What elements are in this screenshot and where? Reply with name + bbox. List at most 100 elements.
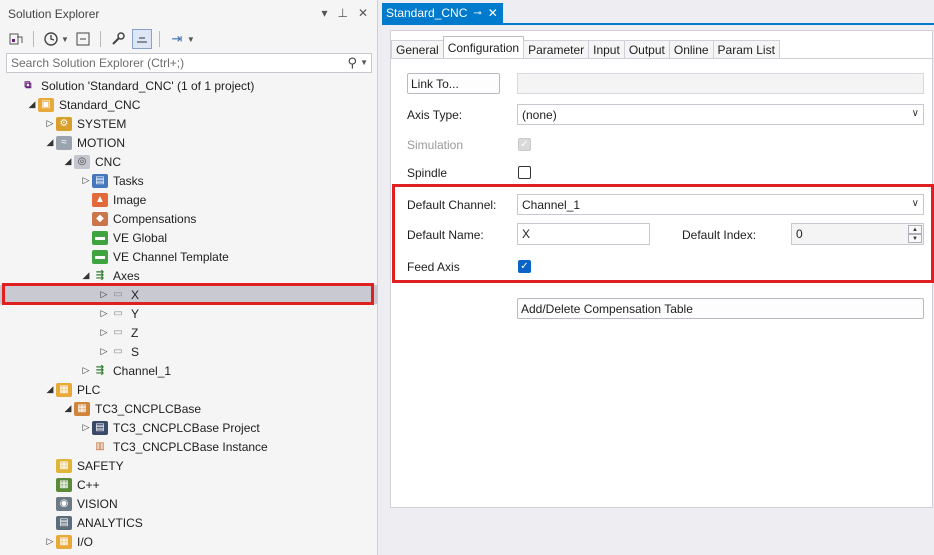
tree-item-vision[interactable]: ◉ VISION (0, 494, 378, 513)
default-name-input[interactable]: X (517, 223, 650, 245)
axis-icon: ▭ (113, 327, 123, 338)
default-channel-value: Channel_1 (522, 197, 581, 212)
tree-item-image[interactable]: ▲ Image (0, 190, 378, 209)
tree-item-axis-y[interactable]: ▷ ▭ Y (0, 304, 378, 323)
collapse-arrow-icon[interactable]: ◢ (80, 270, 92, 281)
property-tabs: General Configuration Parameter Input Output… (391, 36, 780, 59)
collapse-arrow-icon[interactable]: ◢ (44, 384, 56, 395)
chevron-down-icon: ∨ (911, 198, 919, 209)
chevron-down-icon[interactable]: ▼ (61, 35, 69, 44)
expand-arrow-icon[interactable]: ▷ (98, 289, 110, 300)
plc-source-icon: ▤ (92, 420, 108, 435)
sync-with-active-document-icon[interactable]: ⇥ (167, 29, 187, 49)
collapse-arrow-icon[interactable]: ◢ (26, 99, 38, 110)
tree-item-label: Image (113, 192, 147, 207)
collapse-all-icon[interactable] (73, 29, 93, 49)
link-to-button[interactable]: Link To... (407, 73, 500, 94)
plc-project-icon: ▦ (74, 401, 90, 416)
close-icon[interactable]: ✕ (488, 6, 498, 20)
tab-param-list[interactable]: Param List (712, 40, 780, 59)
expand-arrow-icon[interactable]: ▷ (44, 118, 56, 129)
chevron-down-icon[interactable]: ▼ (360, 58, 368, 67)
tree-item-label: S (131, 344, 140, 359)
toolbar-separator (158, 31, 160, 47)
expand-arrow-icon[interactable]: ▷ (80, 175, 92, 186)
add-delete-compensation-table-button[interactable]: Add/Delete Compensation Table (517, 298, 924, 319)
tree-item-analytics[interactable]: ▤ ANALYTICS (0, 513, 378, 532)
tab-output[interactable]: Output (623, 40, 670, 59)
tab-configuration[interactable]: Configuration (442, 36, 525, 59)
tab-general[interactable]: General (391, 40, 444, 59)
tree-item-cpp[interactable]: ▦ C++ (0, 475, 378, 494)
tree-item-tc3-cncplcbase[interactable]: ◢ ▦ TC3_CNCPLCBase (0, 399, 378, 418)
tree-item-motion[interactable]: ◢ ≈ MOTION (0, 133, 378, 152)
tree-item-label: I/O (77, 534, 94, 549)
tree-item-axis-z[interactable]: ▷ ▭ Z (0, 323, 378, 342)
tree-item-channel-1[interactable]: ▷ ⇶ Channel_1 (0, 361, 378, 380)
tree-item-safety[interactable]: ▦ SAFETY (0, 456, 378, 475)
collapse-arrow-icon[interactable]: ◢ (62, 156, 74, 167)
tree-item-plc[interactable]: ◢ ▦ PLC (0, 380, 378, 399)
collapse-arrow-icon[interactable]: ◢ (62, 403, 74, 414)
search-icon[interactable]: ⚲ (347, 55, 357, 71)
window-position-dropdown-icon[interactable]: ▾ (321, 6, 327, 20)
axis-icon: ▭ (113, 346, 123, 357)
expand-arrow-icon[interactable]: ▷ (44, 536, 56, 547)
plc-icon: ▦ (56, 382, 72, 397)
tree-item-axis-s[interactable]: ▷ ▭ S (0, 342, 378, 361)
solution-explorer-search[interactable]: ⚲ ▼ (6, 53, 372, 73)
search-input[interactable] (7, 54, 327, 72)
spindle-checkbox[interactable] (518, 166, 531, 179)
history-icon[interactable] (41, 29, 61, 49)
document-area: Standard_CNC ⊸ ✕ General Configuration Par… (382, 0, 934, 555)
tree-item-label: VE Global (113, 230, 168, 245)
tree-item-axis-x[interactable]: ▷ ▭ X (0, 285, 378, 304)
default-channel-select[interactable]: Channel_1 ∨ (517, 194, 924, 215)
default-index-label: Default Index: (682, 228, 757, 242)
solution-explorer-toolbar: ▼ ⇥ ▼ (6, 28, 195, 50)
collapse-arrow-icon[interactable]: ◢ (44, 137, 56, 148)
tree-item-io[interactable]: ▷ ▦ I/O (0, 532, 378, 551)
axis-type-select[interactable]: (none) ∨ (517, 104, 924, 125)
feed-axis-checkbox[interactable]: ✓ (518, 260, 531, 273)
switch-views-icon[interactable] (6, 29, 26, 49)
pin-tab-icon[interactable]: ⊸ (473, 8, 481, 19)
tab-input[interactable]: Input (588, 40, 625, 59)
properties-wrench-icon[interactable] (108, 29, 128, 49)
tree-item-solution[interactable]: ⧉ Solution 'Standard_CNC' (1 of 1 project… (0, 76, 378, 95)
tab-online[interactable]: Online (668, 40, 714, 59)
tree-item-tc3-cncplcbase-project[interactable]: ▷ ▤ TC3_CNCPLCBase Project (0, 418, 378, 437)
compensations-icon: ◆ (92, 211, 108, 226)
tree-item-compensations[interactable]: ◆ Compensations (0, 209, 378, 228)
tab-parameter[interactable]: Parameter (523, 40, 590, 59)
pin-icon[interactable]: ⊥ (337, 6, 347, 20)
default-index-stepper[interactable]: 0 ▲ ▼ (791, 223, 924, 245)
tree-item-label: VISION (77, 496, 118, 511)
tree-item-ve-channel-template[interactable]: ▬ VE Channel Template (0, 247, 378, 266)
document-tab-standard-cnc[interactable]: Standard_CNC ⊸ ✕ (382, 3, 503, 23)
chevron-down-icon[interactable]: ▼ (187, 35, 195, 44)
close-icon[interactable]: ✕ (358, 6, 368, 20)
tree-item-standard-cnc[interactable]: ◢ ▣ Standard_CNC (0, 95, 378, 114)
ve-global-icon: ▬ (92, 230, 108, 245)
tree-item-label: SYSTEM (77, 116, 127, 131)
tree-item-tasks[interactable]: ▷ ▤ Tasks (0, 171, 378, 190)
expand-arrow-icon[interactable]: ▷ (98, 308, 110, 319)
tree-item-cnc[interactable]: ◢ ◎ CNC (0, 152, 378, 171)
stepper-down-icon[interactable]: ▼ (908, 234, 922, 243)
default-name-label: Default Name: (407, 228, 484, 242)
preview-selected-icon[interactable] (131, 29, 152, 49)
expand-arrow-icon[interactable]: ▷ (98, 346, 110, 357)
stepper-up-icon[interactable]: ▲ (908, 225, 922, 234)
expand-arrow-icon[interactable]: ▷ (98, 327, 110, 338)
tree-item-axes[interactable]: ◢ ⇶ Axes (0, 266, 378, 285)
tree-item-tc3-cncplcbase-instance[interactable]: ▥ TC3_CNCPLCBase Instance (0, 437, 378, 456)
expand-arrow-icon[interactable]: ▷ (80, 422, 92, 433)
tree-item-label: Z (131, 325, 139, 340)
tree-item-system[interactable]: ▷ ⚙ SYSTEM (0, 114, 378, 133)
tree-item-ve-global[interactable]: ▬ VE Global (0, 228, 378, 247)
tree-item-label: MOTION (77, 135, 125, 150)
io-icon: ▦ (56, 534, 72, 549)
tree-item-label: C++ (77, 477, 100, 492)
expand-arrow-icon[interactable]: ▷ (80, 365, 92, 376)
